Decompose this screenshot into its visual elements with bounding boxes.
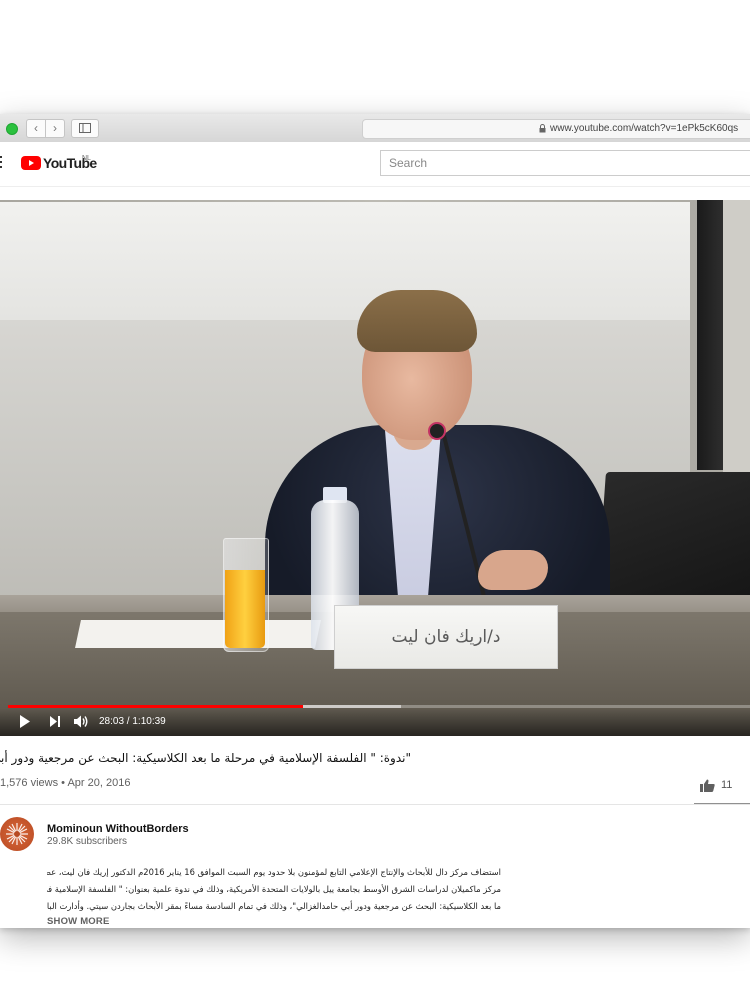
youtube-header: YouTube NL Search [0, 142, 750, 187]
show-more-button[interactable]: SHOW MORE [47, 916, 110, 927]
forward-button[interactable]: › [45, 119, 65, 138]
video-title: "ندوة: " الفلسفة الإسلامية في مرحلة ما ب… [0, 751, 411, 765]
volume-icon[interactable] [74, 715, 89, 728]
region-code: NL [82, 155, 91, 162]
pillar [697, 200, 723, 470]
speaker-hair [357, 290, 477, 352]
maximize-window-button[interactable] [6, 123, 18, 135]
sidebar-toggle-button[interactable] [71, 119, 99, 138]
juice [225, 570, 265, 648]
chevron-left-icon: ‹ [34, 121, 38, 135]
divider [0, 804, 750, 805]
channel-avatar[interactable] [0, 817, 34, 851]
channel-name[interactable]: Mominoun WithoutBorders [47, 823, 189, 835]
player-controls: 28:03 / 1:10:39 [0, 708, 750, 736]
video-description: استضاف مركز دال للأبحاث والإنتاج الإعلام… [47, 864, 501, 915]
subscriber-count: 29.8K subscribers [47, 836, 128, 847]
starburst-logo-icon [6, 823, 28, 845]
description-line: ما بعد الكلاسيكية: البحث عن مرجعية ودور … [47, 901, 501, 911]
back-button[interactable]: ‹ [26, 119, 46, 138]
microphone [428, 422, 446, 440]
address-bar[interactable]: www.youtube.com/watch?v=1ePk5cK60qs [362, 119, 750, 139]
like-count: 11 [721, 779, 733, 791]
video-meta: 1,576 views • Apr 20, 2016 [0, 777, 131, 789]
youtube-logo-icon[interactable] [21, 156, 41, 170]
video-player[interactable]: د/اريك فان ليت 28:03 / 1:10:39 [0, 200, 750, 736]
page: ‹ › www.youtube.com/watch?v=1ePk5cK60qs [0, 0, 750, 1000]
papers [75, 620, 321, 648]
projector-screen [0, 202, 690, 320]
url-text: www.youtube.com/watch?v=1ePk5cK60qs [550, 123, 739, 134]
description-line: مركز ماكميلان لدراسات الشرق الأوسط بجامع… [47, 884, 501, 894]
browser-toolbar: ‹ › www.youtube.com/watch?v=1ePk5cK60qs [0, 114, 750, 143]
play-icon[interactable] [19, 715, 31, 728]
speaker-nameplate: د/اريك فان ليت [334, 605, 558, 669]
search-input[interactable]: Search [380, 150, 750, 176]
menu-icon[interactable] [0, 156, 2, 171]
chevron-right-icon: › [53, 121, 57, 135]
thumbs-up-icon [700, 779, 715, 792]
sidebar-icon [79, 123, 91, 133]
speaker-hand [478, 550, 548, 590]
time-display: 28:03 / 1:10:39 [99, 716, 166, 727]
browser-window: ‹ › www.youtube.com/watch?v=1ePk5cK60qs [0, 114, 750, 928]
description-line: استضاف مركز دال للأبحاث والإنتاج الإعلام… [47, 867, 501, 877]
lock-icon [539, 124, 546, 133]
next-icon[interactable] [49, 715, 61, 728]
search-placeholder: Search [389, 156, 428, 170]
